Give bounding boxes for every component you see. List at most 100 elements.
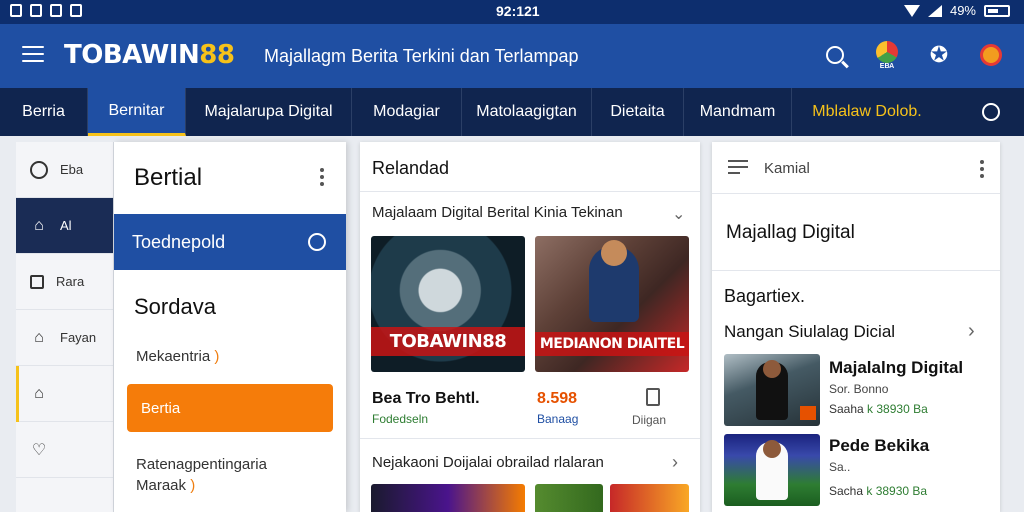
drawer-primary-button[interactable]: Bertia: [127, 384, 333, 432]
drawer-title: Bertial: [134, 164, 203, 191]
person-figure: [756, 360, 788, 420]
more-tabs-icon[interactable]: [982, 103, 1000, 121]
section-title: Nejakaoni Doijalai obrailad rlalaran: [372, 454, 604, 471]
rail-item-label: Al: [60, 218, 72, 233]
circle-icon: [30, 160, 48, 179]
tab-dietaita[interactable]: Dietaita: [592, 88, 684, 136]
tab-berria[interactable]: Berria: [0, 88, 88, 136]
badge-icon: [876, 40, 898, 63]
star-button[interactable]: ✪: [924, 40, 954, 70]
notification-icons: [10, 4, 82, 17]
news-thumbnail[interactable]: [724, 354, 820, 426]
chevron-right-icon[interactable]: ›: [968, 320, 975, 343]
article-thumbnail[interactable]: [371, 484, 525, 512]
status-time: 92:121: [496, 3, 540, 19]
article-thumbnail[interactable]: MEDIANON DIAITEL: [535, 236, 689, 372]
person-figure: [756, 440, 788, 500]
category-drawer: Bertial Toednepold Sordava Mekaentria ) …: [114, 142, 346, 512]
rail-item-eba[interactable]: Eba: [16, 142, 113, 198]
battery-icon: [984, 4, 1010, 17]
status-indicators: 49%: [903, 3, 1010, 18]
square-icon: [30, 274, 44, 289]
rail-item-label: Eba: [60, 162, 84, 177]
article-count-label: Banaag: [537, 412, 579, 426]
news-meta: Saaha k 38930 Ba: [829, 402, 928, 416]
battery-percent: 49%: [949, 3, 976, 18]
article-thumbnail[interactable]: [535, 484, 603, 512]
app-bar: TOBAWIN88 Majallagm Berita Terkini dan T…: [0, 24, 1024, 88]
news-title[interactable]: Pede Bekika: [829, 436, 929, 456]
article-source: Fodedseln: [372, 412, 429, 426]
tab-mblalaw-dolob[interactable]: Mblalaw Dolob.: [792, 88, 942, 136]
check-circle-icon: [308, 233, 326, 251]
news-subtitle: Sor. Bonno: [829, 382, 889, 396]
wifi-icon: [903, 4, 920, 17]
tab-mandmam[interactable]: Mandmam: [684, 88, 792, 136]
tab-majalarupa-digital[interactable]: Majalarupa Digital: [186, 88, 352, 136]
app-tagline: Majallagm Berita Terkini dan Terlampap: [264, 46, 579, 66]
news-title[interactable]: Majalalng Digital: [829, 358, 963, 378]
app-bar-actions: ЕВА ✪: [820, 40, 1006, 70]
star-icon: ✪: [929, 42, 949, 67]
chevron-right-icon[interactable]: ›: [672, 452, 678, 473]
article-thumbnail[interactable]: [610, 484, 689, 512]
menu-icon[interactable]: [22, 46, 44, 64]
card-header: Relandad: [360, 142, 700, 192]
home-icon: ⌂: [34, 384, 44, 402]
card-header: Kamial: [712, 142, 1000, 194]
drawer-link[interactable]: Ratenagpentingaria Maraak ): [136, 454, 267, 496]
card-header-label: Kamial: [764, 160, 810, 177]
app-logo[interactable]: TOBAWIN88: [64, 40, 235, 70]
heart-icon: ♡: [31, 441, 47, 459]
status-bar: 92:121 49%: [0, 0, 1024, 24]
rail-item-fayan[interactable]: ⌂ Fayan: [16, 310, 113, 366]
drawer-link[interactable]: Mekaentria ): [136, 348, 219, 365]
card-title: Majallag Digital: [726, 222, 855, 243]
tab-matolaagigtan[interactable]: Matolaagigtan: [462, 88, 592, 136]
search-button[interactable]: [820, 40, 850, 70]
category-tabs: Berria Bernitar Majalarupa Digital Modag…: [0, 88, 1024, 136]
divider: [360, 438, 700, 439]
tab-bernitar[interactable]: Bernitar: [88, 88, 186, 136]
chevron-down-icon[interactable]: ⌄: [672, 204, 685, 224]
article-count: 8.598: [537, 390, 578, 407]
notification-icon: [30, 4, 42, 17]
tab-modagiar[interactable]: Modagiar: [352, 88, 462, 136]
drawer-item-label: Toednepold: [132, 231, 226, 252]
notification-icon: [50, 4, 62, 17]
rail-item-al[interactable]: ⌂ Al: [16, 198, 113, 254]
section-title: Majalaam Digital Berital Kinia Tekinan: [372, 204, 623, 221]
digital-magazine-card: Kamial Majallag Digital Bagartiex. Nanga…: [712, 142, 1000, 512]
news-thumbnail[interactable]: [724, 434, 820, 506]
news-meta: Sacha k 38930 Ba: [829, 484, 928, 498]
document-icon[interactable]: [646, 388, 660, 406]
document-label: Diigan: [632, 413, 667, 427]
rail-item-favorite[interactable]: ♡: [16, 422, 113, 478]
thumbnail-caption: MEDIANON DIAITEL: [535, 332, 689, 356]
search-icon: [826, 46, 844, 64]
rail-item-home[interactable]: ⌂: [16, 366, 113, 422]
rail-item-rara[interactable]: Rara: [16, 254, 113, 310]
drawer-more-icon[interactable]: [320, 168, 324, 186]
home-icon: ⌂: [34, 216, 44, 234]
article-title[interactable]: Bea Tro Behtl.: [372, 390, 480, 408]
profile-button[interactable]: [976, 40, 1006, 70]
list-icon[interactable]: [728, 160, 748, 176]
person-figure: [589, 240, 639, 322]
badge-label: ЕВА: [879, 62, 895, 70]
divider: [712, 270, 1000, 271]
card-more-icon[interactable]: [980, 160, 984, 178]
home-icon: ⌂: [34, 328, 44, 346]
article-thumbnail[interactable]: TOBAWIN88: [371, 236, 525, 372]
featured-card: Relandad Majalaam Digital Berital Kinia …: [360, 142, 700, 512]
side-rail: Eba ⌂ Al Rara ⌂ Fayan ⌂ ♡: [16, 142, 114, 512]
thumbnail-caption: TOBAWIN88: [371, 327, 525, 356]
drawer-item-active[interactable]: Toednepold: [114, 214, 346, 270]
notification-icon: [10, 4, 22, 17]
rail-item-label: Rara: [56, 274, 85, 289]
rail-item-label: Fayan: [60, 330, 97, 345]
signal-icon: [927, 4, 942, 17]
badge-icon: [800, 406, 816, 420]
section-subtitle: Nangan Siulalag Dicial: [724, 322, 896, 341]
badge-button[interactable]: ЕВА: [872, 40, 902, 70]
